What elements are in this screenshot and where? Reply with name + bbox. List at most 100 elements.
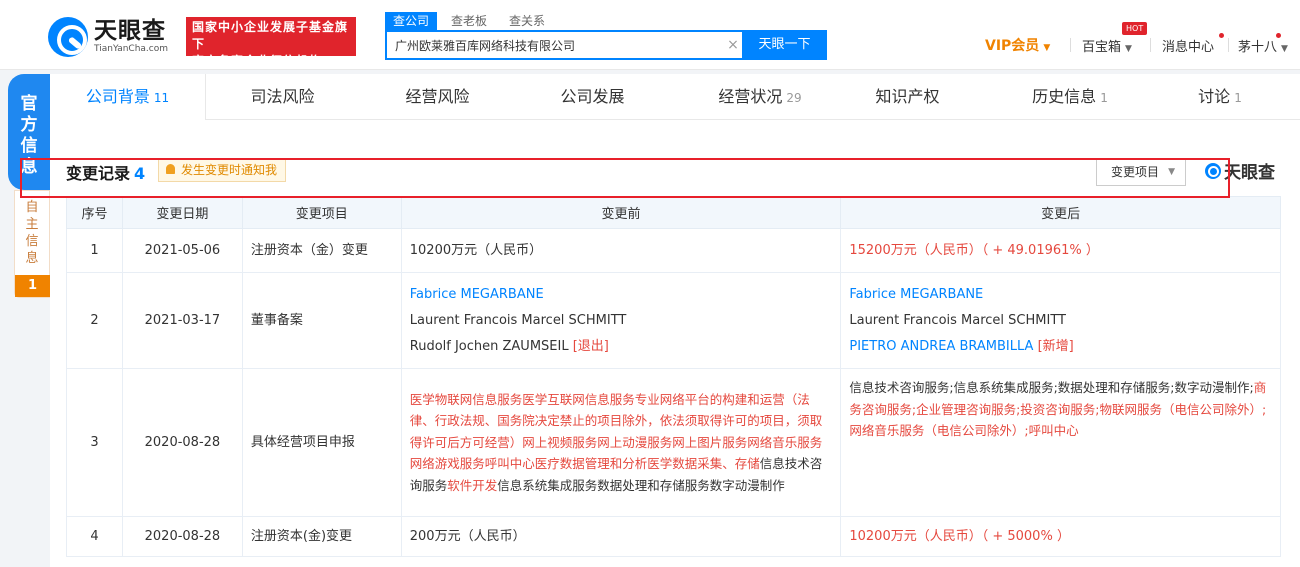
tab-label: 公司背景 — [85, 87, 150, 106]
tab-count: 1 — [1234, 91, 1242, 105]
logo-eye-icon — [48, 17, 88, 57]
tab-business-status[interactable]: 经营状况 29 — [675, 74, 845, 120]
divider — [1150, 38, 1151, 52]
divider — [1228, 38, 1229, 52]
col-header-date: 变更日期 — [121, 196, 243, 229]
change-records-table: 序号 变更日期 变更项目 变更前 变更后 1 2021-05-06 注册资本（金… — [66, 196, 1281, 557]
divider — [205, 74, 206, 120]
director-name: Rudolf Jochen ZAUMSEIL — [409, 338, 569, 354]
section-count: 4 — [134, 164, 146, 183]
clear-icon[interactable]: × — [723, 37, 743, 53]
bell-icon — [166, 164, 175, 174]
tab-history-info[interactable]: 历史信息 1 — [990, 74, 1150, 120]
search-input[interactable] — [387, 32, 723, 58]
top-header: 天眼查 TianYanCha.com 国家中小企业发展子基金旗下 官方备案企业征… — [0, 0, 1300, 70]
change-item-filter-dropdown[interactable]: 变更项目 ▼ — [1096, 158, 1186, 186]
row-no: 3 — [66, 368, 123, 517]
divider — [1070, 38, 1071, 52]
row-after: 15200万元（人民币）（ + 49.01961% ） — [840, 228, 1281, 273]
exit-tag: [退出] — [572, 338, 609, 354]
tab-judicial-risk[interactable]: 司法风险 — [210, 74, 355, 120]
side-self-count-badge: 1 — [15, 275, 50, 297]
director-link[interactable]: Fabrice MEGARBANE — [410, 282, 833, 308]
side-official-label: 官方信息 — [20, 94, 38, 177]
table-row: 3 2020-08-28 具体经营项目申报 医学物联网信息服务医学互联网信息服务… — [66, 368, 1281, 517]
notification-dot — [1276, 33, 1281, 38]
chevron-down-icon: ▼ — [1125, 44, 1132, 54]
director-link[interactable]: Fabrice MEGARBANE — [849, 282, 1272, 308]
side-tab-official-info[interactable]: 官方信息 — [8, 74, 50, 190]
messages-label: 消息中心 — [1162, 40, 1215, 55]
row-after: 信息技术咨询服务;信息系统集成服务;数据处理和存储服务;数字动漫制作;商务咨询服… — [840, 368, 1281, 517]
search-area: 查公司 查老板 查关系 × 天眼一下 — [385, 12, 827, 60]
badge-line-2: 官方备案企业征信机构 — [192, 54, 323, 68]
treasure-label: 百宝箱 — [1082, 40, 1122, 55]
col-header-before: 变更前 — [400, 196, 842, 229]
search-tab-company[interactable]: 查公司 — [385, 12, 438, 30]
row-item: 注册资本（金）变更 — [241, 228, 402, 273]
logo-text: 天眼查 — [94, 18, 166, 44]
kept-text: 信息系统集成服务数据处理和存储服务数字动漫制作 — [497, 477, 785, 493]
row-no: 2 — [66, 272, 123, 369]
tab-label: 经营风险 — [405, 87, 470, 106]
search-button[interactable]: 天眼一下 — [742, 30, 827, 60]
notification-dot — [1219, 33, 1224, 38]
chevron-down-icon: ▼ — [1281, 44, 1288, 54]
side-self-label: 自主信息 — [25, 200, 39, 266]
section-title-text: 变更记录 — [66, 164, 131, 183]
row-item: 董事备案 — [241, 272, 402, 369]
tab-label: 历史信息 — [1032, 87, 1097, 106]
tab-operation-risk[interactable]: 经营风险 — [365, 74, 510, 120]
logo-eye-icon — [1205, 162, 1221, 179]
row-after: 10200万元（人民币）（ + 5000% ） — [840, 516, 1281, 557]
tab-label: 讨论 — [1198, 87, 1231, 106]
chevron-down-icon: ▼ — [1168, 167, 1175, 177]
hot-badge: HOT — [1122, 22, 1148, 35]
tab-label: 司法风险 — [250, 87, 315, 106]
tab-company-background[interactable]: 公司背景 11 — [50, 74, 205, 120]
message-center-link[interactable]: 消息中心 — [1162, 36, 1214, 55]
new-tag: [新增] — [1037, 338, 1074, 354]
notify-label: 发生变更时通知我 — [181, 163, 278, 177]
vip-label: VIP会员 — [985, 38, 1040, 54]
col-header-no: 序号 — [66, 196, 123, 229]
row-no: 4 — [66, 516, 123, 557]
vip-member-link[interactable]: VIP会员 ▼ — [985, 35, 1050, 55]
row-date: 2020-08-28 — [121, 368, 243, 517]
director-name: Laurent Francois Marcel SCHMITT — [849, 312, 1066, 328]
tab-count: 11 — [153, 91, 170, 105]
table-row: 2 2021-03-17 董事备案 Fabrice MEGARBANE Laur… — [66, 272, 1281, 369]
director-link[interactable]: PIETRO ANDREA BRAMBILLA — [849, 339, 1033, 354]
row-item: 具体经营项目申报 — [241, 368, 402, 517]
tab-bar: 公司背景 11 司法风险 经营风险 公司发展 经营状况 29 知识产权 历史信息 1 … — [50, 74, 1300, 120]
col-header-after: 变更后 — [840, 196, 1281, 229]
user-menu[interactable]: 茅十八 ▼ — [1238, 36, 1288, 55]
filter-label: 变更项目 — [1111, 165, 1160, 179]
director-name: Laurent Francois Marcel SCHMITT — [409, 312, 627, 328]
user-name: 茅十八 — [1238, 40, 1278, 55]
notify-on-change-button[interactable]: 发生变更时通知我 — [158, 158, 287, 182]
search-tab-boss[interactable]: 查老板 — [443, 12, 495, 30]
badge-line-1: 国家中小企业发展子基金旗下 — [192, 20, 349, 51]
chevron-down-icon: ▼ — [1043, 43, 1051, 53]
row-item: 注册资本(金)变更 — [241, 516, 402, 557]
removed-text: 软件开发 — [447, 477, 498, 493]
tab-label: 经营状况 — [718, 87, 783, 106]
search-tab-relation[interactable]: 查关系 — [501, 12, 553, 30]
tab-label: 公司发展 — [560, 87, 625, 106]
row-no: 1 — [66, 228, 123, 273]
tab-intellectual-property[interactable]: 知识产权 — [835, 74, 980, 120]
table-row: 4 2020-08-28 注册资本(金)变更 200万元（人民币） 10200万… — [66, 516, 1281, 557]
treasure-box-menu[interactable]: 百宝箱 ▼ — [1082, 36, 1132, 55]
main-panel: 公司背景 11 司法风险 经营风险 公司发展 经营状况 29 知识产权 历史信息 1 … — [50, 74, 1300, 567]
table-row: 1 2021-05-06 注册资本（金）变更 10200万元（人民币） 1520… — [66, 228, 1281, 273]
tab-company-development[interactable]: 公司发展 — [520, 74, 665, 120]
tianyancha-logo[interactable]: 天眼查 TianYanCha.com — [48, 17, 168, 57]
logo-domain: TianYanCha.com — [94, 44, 169, 54]
row-before: 医学物联网信息服务医学互联网信息服务专业网络平台的构建和运营（法律、行政法规、国… — [400, 368, 842, 517]
col-header-item: 变更项目 — [241, 196, 402, 229]
row-date: 2021-03-17 — [121, 272, 243, 369]
kept-text: 信息技术咨询服务;信息系统集成服务;数据处理和存储服务;数字动漫制作; — [849, 380, 1254, 395]
tab-discussion[interactable]: 讨论 1 — [1160, 74, 1280, 120]
row-date: 2021-05-06 — [121, 228, 243, 273]
